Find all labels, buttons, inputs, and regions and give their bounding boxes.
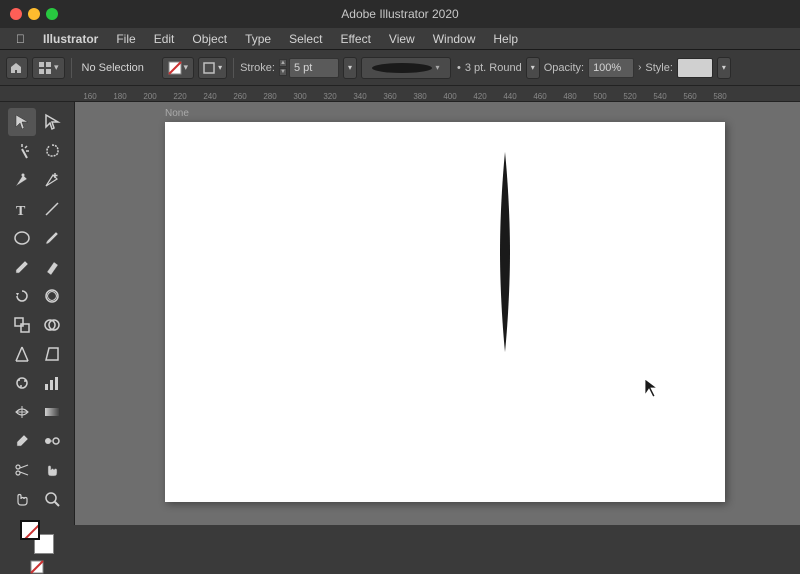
rotate-tool[interactable] xyxy=(8,282,36,310)
pen-tool[interactable] xyxy=(8,166,36,194)
menu-type[interactable]: Type xyxy=(237,30,279,48)
none-color-icon[interactable] xyxy=(30,560,44,574)
ellipse-tool[interactable] xyxy=(8,224,36,252)
control-bar: ▾ No Selection ▾ ▾ Stroke: ▲ ▼ 5 pt xyxy=(0,50,800,86)
hand-tools-row xyxy=(8,456,66,484)
shape-tools-row xyxy=(8,224,66,252)
left-toolbar: T xyxy=(0,102,75,525)
color-swatches xyxy=(18,518,56,556)
menu-object[interactable]: Object xyxy=(184,30,235,48)
symbol-tools-row xyxy=(8,369,66,397)
svg-text:T: T xyxy=(16,204,26,218)
style-dropdown[interactable]: ▾ xyxy=(717,57,731,79)
eyedropper-tools-row xyxy=(8,427,66,455)
ruler-marks: 160 180 200 220 240 260 280 300 320 340 … xyxy=(75,92,735,101)
round-label: 3 pt. Round xyxy=(465,62,522,74)
style-label: Style: xyxy=(645,62,673,74)
eyedropper-tool[interactable] xyxy=(8,427,36,455)
separator-2 xyxy=(233,58,234,78)
home-button[interactable] xyxy=(6,57,28,79)
pencil-tools-row xyxy=(8,253,66,281)
menu-effect[interactable]: Effect xyxy=(332,30,378,48)
mesh-tool[interactable] xyxy=(8,398,36,426)
select-tools-row xyxy=(8,137,66,165)
menu-bar:  Illustrator File Edit Object Type Sele… xyxy=(0,28,800,50)
round-dropdown[interactable]: ▾ xyxy=(526,57,540,79)
object-type-dropdown[interactable]: ▾ xyxy=(198,57,227,79)
brush-stroke xyxy=(495,152,515,352)
zoom-tool[interactable] xyxy=(38,485,66,513)
zoom-tools-row xyxy=(8,485,66,513)
selection-tools-row xyxy=(8,108,66,136)
scissors-tool[interactable] xyxy=(8,456,36,484)
type-tools-row: T xyxy=(8,195,66,223)
warp-tool[interactable] xyxy=(38,282,66,310)
round-arrow: ▾ xyxy=(531,63,535,72)
minimize-button[interactable] xyxy=(28,8,40,20)
opacity-more[interactable]: › xyxy=(638,62,641,73)
selection-status: No Selection xyxy=(78,62,158,74)
rotate-tools-row xyxy=(8,282,66,310)
artboard-label: None xyxy=(165,108,189,119)
stroke-unit-dropdown[interactable]: ▾ xyxy=(343,57,357,79)
line-tool[interactable] xyxy=(38,195,66,223)
scale-tools-row xyxy=(8,311,66,339)
lasso-tool[interactable] xyxy=(38,137,66,165)
artboard[interactable] xyxy=(165,122,725,502)
shape-builder-tool[interactable] xyxy=(38,311,66,339)
magic-wand-tool[interactable] xyxy=(8,137,36,165)
perspective-selection-tool[interactable] xyxy=(38,340,66,368)
stroke-color-button[interactable]: ▾ xyxy=(162,57,195,79)
workspace-button[interactable]: ▾ xyxy=(32,57,65,79)
brush-shape xyxy=(372,63,432,73)
menu-window[interactable]: Window xyxy=(425,30,484,48)
blend-tool[interactable] xyxy=(38,427,66,455)
stroke-label: Stroke: xyxy=(240,62,275,74)
menu-view[interactable]: View xyxy=(381,30,423,48)
stroke-value[interactable]: 5 pt xyxy=(289,58,339,78)
stroke-unit-arrow: ▾ xyxy=(348,63,352,72)
menu-select[interactable]: Select xyxy=(281,30,330,48)
hand-tool-2[interactable] xyxy=(8,485,36,513)
menu-edit[interactable]: Edit xyxy=(146,30,183,48)
hand-tool[interactable] xyxy=(38,456,66,484)
gradient-tool[interactable] xyxy=(38,398,66,426)
opacity-label: Opacity: xyxy=(544,62,584,74)
style-arrow: ▾ xyxy=(722,63,726,72)
perspective-grid-tool[interactable] xyxy=(8,340,36,368)
menu-illustrator[interactable]: Illustrator xyxy=(35,30,106,48)
menu-help[interactable]: Help xyxy=(485,30,526,48)
add-anchor-tool[interactable] xyxy=(38,166,66,194)
direct-selection-tool[interactable] xyxy=(38,108,66,136)
mesh-tools-row xyxy=(8,398,66,426)
title-bar: Adobe Illustrator 2020 xyxy=(0,0,800,28)
object-type-arrow: ▾ xyxy=(218,63,222,72)
brush-preview[interactable]: ▾ xyxy=(361,57,451,79)
pencil-tool[interactable] xyxy=(8,253,36,281)
eraser-tool[interactable] xyxy=(38,253,66,281)
perspective-tools-row xyxy=(8,340,66,368)
selection-tool[interactable] xyxy=(8,108,36,136)
symbol-sprayer-tool[interactable] xyxy=(8,369,36,397)
canvas-area[interactable]: None xyxy=(75,102,800,525)
menu-file[interactable]: File xyxy=(108,30,143,48)
style-box[interactable] xyxy=(677,58,713,78)
column-graph-tool[interactable] xyxy=(38,369,66,397)
close-button[interactable] xyxy=(10,8,22,20)
main-content: T xyxy=(0,102,800,525)
menu-apple[interactable]:  xyxy=(8,30,33,48)
type-tool[interactable]: T xyxy=(8,195,36,223)
maximize-button[interactable] xyxy=(46,8,58,20)
traffic-lights xyxy=(10,8,58,20)
pen-tools-row xyxy=(8,166,66,194)
foreground-color[interactable] xyxy=(20,520,40,540)
opacity-value[interactable]: 100% xyxy=(588,58,634,78)
horizontal-ruler: 160 180 200 220 240 260 280 300 320 340 … xyxy=(0,86,800,102)
scale-tool[interactable] xyxy=(8,311,36,339)
separator-1 xyxy=(71,58,72,78)
paintbrush-tool[interactable] xyxy=(38,224,66,252)
app-title: Adobe Illustrator 2020 xyxy=(341,7,458,21)
